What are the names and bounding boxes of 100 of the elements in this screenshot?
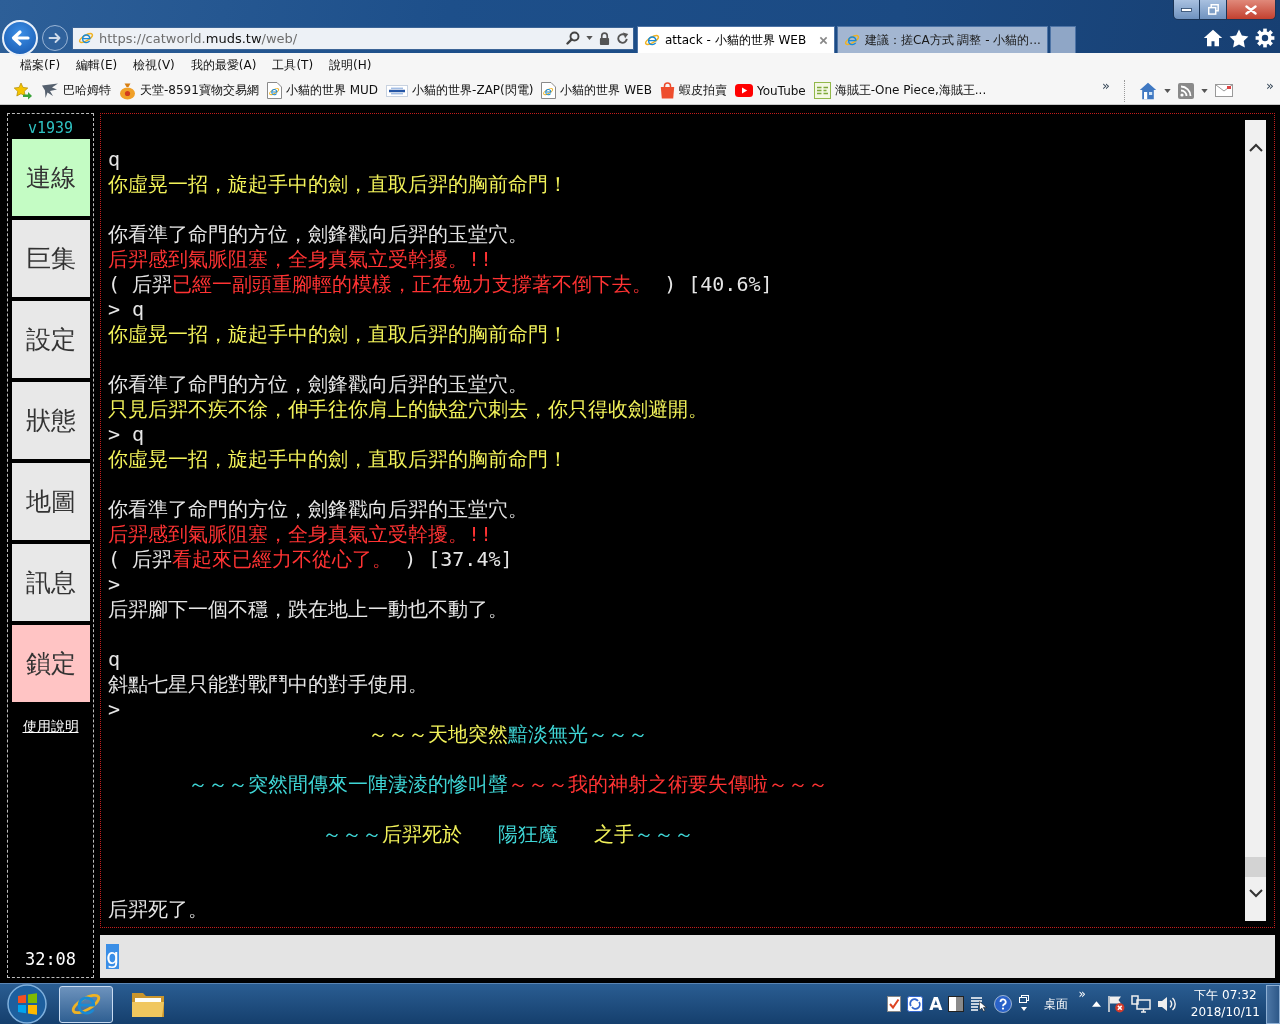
forward-button[interactable]: [42, 25, 68, 51]
close-icon: [1245, 4, 1257, 15]
output-line: q: [108, 647, 121, 671]
star-arrow-icon[interactable]: [13, 81, 33, 100]
menu-item[interactable]: 檢視(V): [125, 56, 183, 74]
caret-icon[interactable]: [1164, 88, 1172, 93]
list-pointer-icon[interactable]: [970, 996, 989, 1012]
restore-caret-icon[interactable]: [1018, 995, 1031, 1013]
sidebar-button[interactable]: 連線: [11, 139, 90, 216]
taskbar-button[interactable]: [59, 985, 113, 1023]
back-button[interactable]: [2, 20, 38, 56]
home-icon[interactable]: [1203, 29, 1223, 47]
e-logo-icon: [644, 32, 660, 48]
output-line: 你虛晃一招，旋起手中的劍，直取后羿的胸前命門！: [108, 322, 568, 346]
chevron-down-icon[interactable]: [1248, 889, 1263, 898]
help-link[interactable]: 使用說明: [22, 718, 79, 736]
close-button[interactable]: [1227, 0, 1276, 20]
menu-item[interactable]: 工具(T): [264, 56, 322, 74]
output-line: ～～～天地突然黯淡無光～～～: [368, 722, 648, 746]
scrollbar-thumb[interactable]: [1245, 857, 1266, 877]
network-icon[interactable]: [1130, 995, 1151, 1013]
menu-item[interactable]: 我的最愛(A): [182, 56, 265, 74]
clock-date[interactable]: 2018/10/11: [1190, 1004, 1260, 1021]
output-line: ( 后羿已經一副頭重腳輕的模樣，正在勉力支撐著不倒下去。 ) [40.6%]: [108, 272, 773, 296]
sidebar-button[interactable]: 鎖定: [11, 625, 90, 702]
output-line: 你虛晃一招，旋起手中的劍，直取后羿的胸前命門！: [108, 447, 568, 471]
favorite-link[interactable]: 小貓的世界 WEB: [541, 82, 652, 99]
address-field[interactable]: https://catworld.muds.tw/web/: [72, 26, 634, 50]
up-triangle-icon[interactable]: [1091, 1001, 1101, 1007]
banner-logo-icon: [386, 84, 409, 97]
start-orb-icon[interactable]: [7, 984, 47, 1024]
timer-label: 32:08: [24, 949, 77, 969]
favorite-link[interactable]: 天堂-8591寶物交易網: [119, 81, 259, 100]
sidebar-button[interactable]: 訊息: [11, 544, 90, 621]
checklist-icon[interactable]: [887, 996, 902, 1012]
favorite-link[interactable]: YouTube: [734, 83, 806, 98]
favorite-link[interactable]: 小貓的世界-ZAP(閃電): [386, 82, 534, 99]
version-label: v1939: [27, 118, 74, 139]
shopping-bag-icon: [659, 82, 675, 99]
sync-icon[interactable]: [907, 996, 924, 1012]
menu-item[interactable]: 檔案(F): [12, 56, 69, 74]
sidebar-button[interactable]: 地圖: [11, 463, 90, 540]
output-line: 斜點七星只能對戰鬥中的對手使用。: [108, 672, 428, 696]
output-line: > q: [108, 422, 145, 446]
favorite-link[interactable]: 巴哈姆特: [41, 82, 111, 99]
output-line: 你看準了命門的方位，劍鋒戳向后羿的玉堂穴。: [108, 222, 528, 246]
output-line: 你看準了命門的方位，劍鋒戳向后羿的玉堂穴。: [108, 372, 528, 396]
output-line: 后羿腳下一個不穩，跌在地上一動也不動了。: [108, 597, 508, 621]
bird-logo-icon: [41, 82, 59, 99]
chevron-up-icon[interactable]: [1248, 143, 1263, 152]
left-arrow-icon: [10, 29, 30, 47]
restore-button[interactable]: [1200, 0, 1227, 20]
caret-icon[interactable]: [586, 36, 593, 40]
output-line: ( 后羿看起來已經力不從心了。 ) [37.4%]: [108, 547, 513, 571]
star-icon[interactable]: [1229, 28, 1249, 48]
minimize-icon: [1181, 7, 1192, 12]
output-line: ～～～突然間傳來一陣淒淩的慘叫聲～～～我的神射之術要失傳啦～～～: [188, 772, 828, 796]
output-line: 你看準了命門的方位，劍鋒戳向后羿的玉堂穴。: [108, 497, 528, 521]
output-line: 只見后羿不疾不徐，伸手往你肩上的缺盆穴刺去，你只得收劍避開。: [108, 397, 708, 421]
home-icon[interactable]: [1139, 81, 1158, 100]
output-line: 后羿死了。: [108, 897, 208, 921]
flag-icon[interactable]: [1106, 995, 1125, 1013]
overflow-button[interactable]: »: [1102, 78, 1111, 93]
lock-icon[interactable]: [599, 31, 610, 45]
close-icon[interactable]: [819, 35, 828, 45]
minimize-button[interactable]: [1173, 0, 1200, 20]
tab[interactable]: 建議：搓CA方式 調整 - 小貓的...: [837, 26, 1048, 53]
tab[interactable]: attack - 小貓的世界 WEB: [637, 26, 835, 53]
speaker-icon[interactable]: [1156, 996, 1177, 1012]
clock-time[interactable]: 下午 07:32: [1194, 987, 1257, 1004]
output-line: > q: [108, 297, 145, 321]
overflow-button[interactable]: »: [1266, 78, 1274, 93]
input-mode-button[interactable]: A: [929, 994, 943, 1014]
menu-item[interactable]: 編輯(E): [68, 56, 126, 74]
sidebar-button[interactable]: 巨集: [11, 220, 90, 297]
settings-icon[interactable]: [1255, 28, 1275, 48]
web-page-icon: [266, 82, 282, 99]
restore-icon: [1207, 4, 1219, 15]
square-logo-icon: [813, 82, 831, 99]
desktop-toolbar-label[interactable]: 桌面: [1044, 995, 1069, 1013]
scrollbar[interactable]: [1245, 120, 1266, 921]
output-line: >: [108, 697, 121, 721]
favorite-link[interactable]: 蝦皮拍賣: [659, 82, 727, 99]
refresh-icon[interactable]: [616, 31, 629, 45]
caret-icon[interactable]: [1201, 88, 1209, 93]
help-icon[interactable]: [994, 995, 1013, 1013]
show-desktop-button[interactable]: [1266, 984, 1280, 1024]
new-tab-button[interactable]: [1049, 26, 1076, 53]
output-line: 你虛晃一招，旋起手中的劍，直取后羿的胸前命門！: [108, 172, 568, 196]
feed-icon[interactable]: [1178, 82, 1195, 99]
sidebar-button[interactable]: 設定: [11, 301, 90, 378]
menu-item[interactable]: 說明(H): [321, 56, 380, 74]
mail-icon[interactable]: [1215, 84, 1234, 97]
sidebar-button[interactable]: 狀態: [11, 382, 90, 459]
favorite-link[interactable]: 海賊王-One Piece,海賊王...: [813, 82, 987, 99]
overflow-button[interactable]: »: [1078, 987, 1086, 1001]
favorite-link[interactable]: 小貓的世界 MUD: [266, 82, 379, 99]
play-icon: [734, 84, 753, 97]
split-square-icon[interactable]: [948, 996, 965, 1012]
search-icon[interactable]: [566, 31, 580, 45]
